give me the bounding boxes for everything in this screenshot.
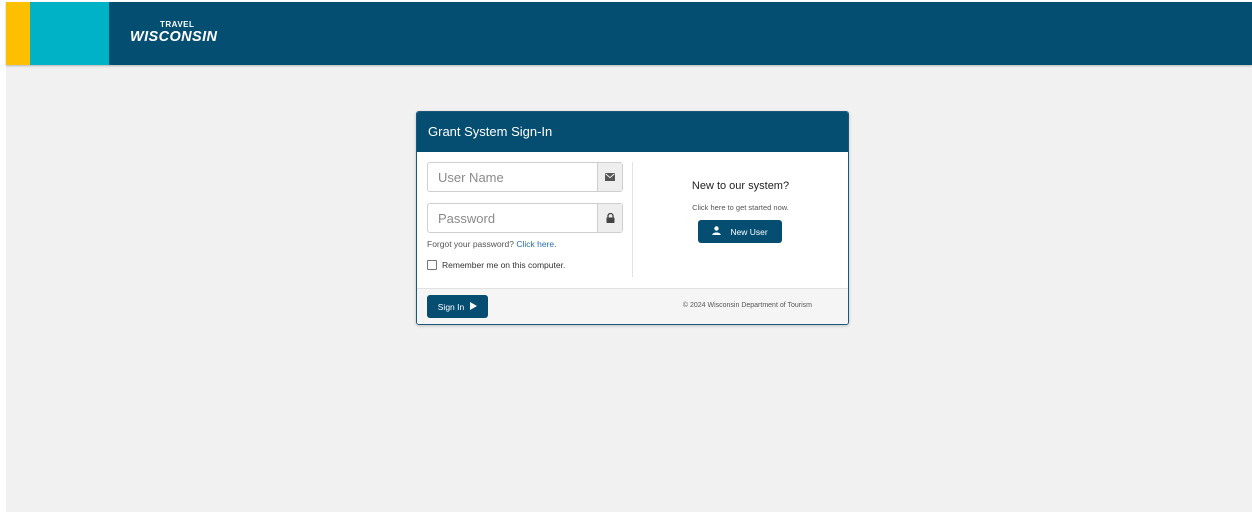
username-group	[427, 162, 623, 192]
copyright-text: © 2024 Wisconsin Department of Tourism	[682, 302, 812, 309]
top-header-bar: TRAVEL WISCONSIN	[6, 2, 1252, 65]
remember-me-label: Remember me on this computer.	[442, 260, 566, 270]
remember-me-checkbox[interactable]	[427, 260, 437, 270]
new-user-heading: New to our system?	[691, 180, 790, 192]
forgot-password-text: Forgot your password?	[427, 239, 514, 249]
password-input[interactable]	[428, 204, 596, 232]
page-background: TRAVEL WISCONSIN Grant System Sign-In Us…	[6, 2, 1252, 512]
new-user-button[interactable]: New User	[698, 220, 782, 243]
sign-in-panel: Grant System Sign-In User Name Forgot yo…	[416, 111, 849, 325]
envelope-icon	[597, 163, 622, 191]
play-arrow-icon	[470, 301, 478, 312]
username-input[interactable]	[428, 163, 596, 191]
new-user-column: New to our system? Click here to get sta…	[633, 152, 848, 288]
travel-wisconsin-logo[interactable]: TRAVEL WISCONSIN	[130, 20, 230, 50]
logo-wisconsin-text: WISCONSIN	[130, 29, 218, 45]
sign-in-button-label: Sign In	[437, 301, 465, 312]
password-group	[427, 203, 623, 233]
forgot-password-link[interactable]: Click here.	[516, 239, 556, 249]
yellow-accent-stripe	[6, 2, 30, 65]
remember-me-row[interactable]: Remember me on this computer.	[427, 260, 622, 270]
panel-footer: Sign In © 2024 Wisconsin Department of T…	[417, 288, 848, 324]
panel-body: Forgot your password? Click here. Rememb…	[417, 152, 848, 288]
lock-icon	[597, 204, 622, 232]
credentials-column: Forgot your password? Click here. Rememb…	[427, 162, 623, 270]
logo-travel-text: TRAVEL	[160, 20, 195, 29]
teal-accent-stripe	[30, 2, 109, 65]
sign-in-button[interactable]: Sign In	[427, 295, 488, 318]
new-user-button-label: New User	[730, 226, 768, 237]
panel-title: Grant System Sign-In	[417, 112, 848, 152]
forgot-password-row: Forgot your password? Click here.	[427, 239, 622, 249]
user-icon	[712, 226, 722, 237]
new-user-subtitle: Click here to get started now.	[692, 203, 789, 212]
